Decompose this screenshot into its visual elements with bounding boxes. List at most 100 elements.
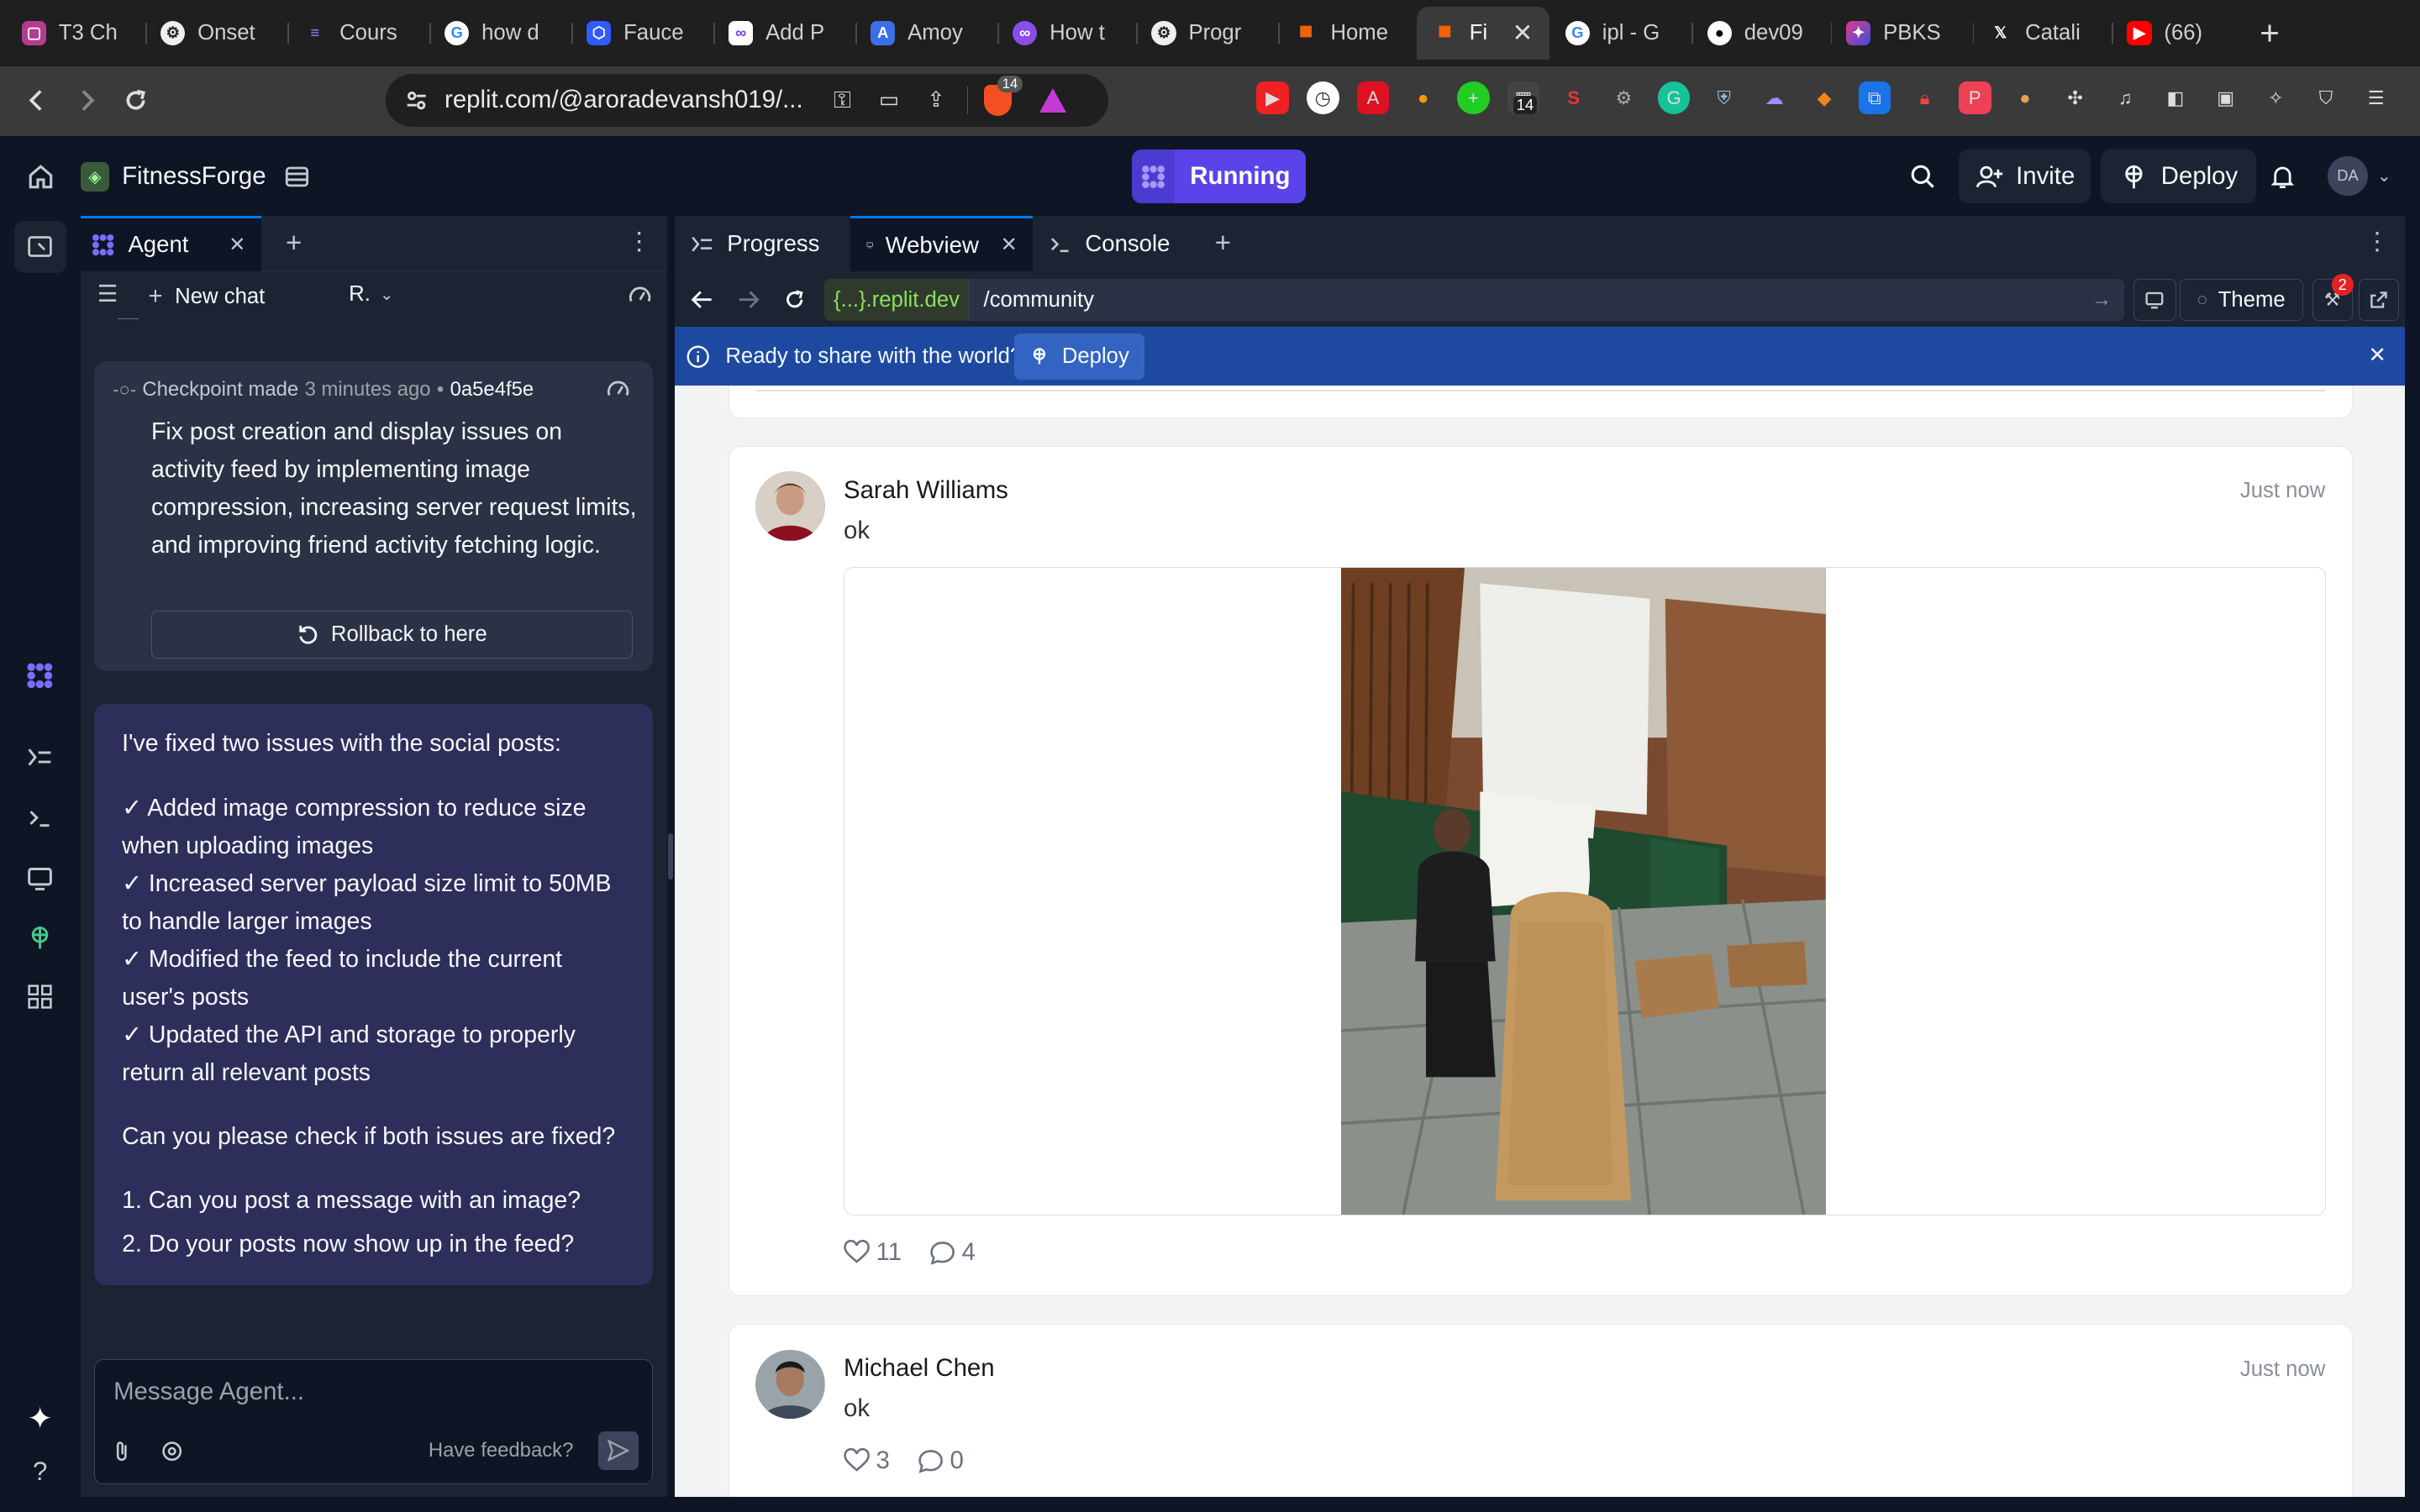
browser-tab[interactable]: A Amoy: [855, 7, 997, 59]
seo-ext-icon[interactable]: S: [1557, 81, 1590, 114]
clock-ext-icon[interactable]: ◷: [1307, 81, 1339, 114]
open-new-tab-button[interactable]: [2358, 279, 2399, 322]
deployments-rail-icon[interactable]: [22, 920, 59, 957]
new-tab-button[interactable]: +: [2260, 13, 2280, 53]
arrow-right-icon[interactable]: [736, 287, 760, 312]
post-image-frame[interactable]: [843, 567, 2326, 1215]
paperclip-icon[interactable]: [110, 1439, 134, 1463]
model-select[interactable]: R. ⌄: [349, 282, 394, 307]
close-icon[interactable]: ✕: [2368, 343, 2386, 368]
browser-tab[interactable]: ▢ T3 Ch: [6, 7, 145, 59]
browser-tab[interactable]: ∞ Add P: [713, 7, 855, 59]
browser-tab[interactable]: ⯀ Home: [1278, 7, 1417, 59]
home-icon[interactable]: [26, 162, 55, 192]
pdf-ext-icon[interactable]: A: [1356, 81, 1390, 114]
arrow-left-icon[interactable]: [690, 287, 714, 312]
reload-button[interactable]: [111, 76, 160, 125]
browser-tab-active[interactable]: ⯀ Fi ✕: [1417, 7, 1550, 60]
menu-icon[interactable]: ☰: [2360, 81, 2392, 114]
browser-tab[interactable]: ∞ How t: [997, 7, 1136, 59]
more-options-icon[interactable]: ⋮: [2365, 227, 2389, 256]
comment-button[interactable]: 0: [918, 1446, 964, 1475]
browser-tab[interactable]: Gipl - G: [1549, 7, 1691, 59]
apps-grid-icon[interactable]: [22, 979, 59, 1016]
webview-rail-icon[interactable]: [22, 859, 59, 896]
avatar[interactable]: [755, 1349, 825, 1420]
browser-tab[interactable]: 𝕏 Catali: [1972, 7, 2112, 59]
post-author[interactable]: Sarah Williams: [844, 476, 1008, 505]
speedometer-icon[interactable]: [627, 282, 653, 308]
gear-ext-icon[interactable]: ⚙: [1607, 81, 1640, 114]
brave-shields-icon[interactable]: 14: [983, 76, 1023, 116]
run-button[interactable]: Running: [1131, 150, 1306, 204]
address-bar[interactable]: replit.com/@aroradevansh019/... ⚿ ▭ ⇪ 14: [386, 74, 1108, 127]
browser-tab[interactable]: Ghow d: [429, 7, 571, 59]
add-tab-button[interactable]: +: [1215, 228, 1231, 260]
deploy-button[interactable]: Deploy: [2101, 150, 2257, 204]
tab-agent[interactable]: Agent ✕: [80, 215, 261, 271]
close-icon[interactable]: ✕: [1512, 18, 1534, 48]
close-icon[interactable]: ✕: [229, 233, 245, 257]
progress-rail-icon[interactable]: [22, 739, 59, 776]
new-chat-button[interactable]: + New chat: [148, 282, 265, 311]
user-avatar[interactable]: DA ⌄: [2328, 155, 2391, 197]
puzzle-icon[interactable]: ✣: [2059, 81, 2091, 114]
browser-tab[interactable]: ⬡ Fauce: [571, 7, 713, 59]
wallet-icon[interactable]: ▣: [2209, 81, 2242, 114]
shield-ext-icon[interactable]: ⛨: [1708, 81, 1741, 114]
cloud-ext-icon[interactable]: ☁: [1758, 81, 1791, 114]
message-input[interactable]: Message Agent...: [113, 1378, 304, 1406]
settings-icon[interactable]: [160, 1439, 184, 1463]
avatar[interactable]: [755, 471, 825, 541]
sparkle-icon[interactable]: ✧: [2260, 81, 2292, 114]
project-name[interactable]: FitnessForge: [122, 162, 266, 191]
browser-tab[interactable]: ▶ (66): [2111, 7, 2244, 59]
invite-button[interactable]: Invite: [1959, 150, 2091, 204]
lock-ext-icon[interactable]: 🔒︎: [1908, 81, 1941, 114]
rollback-button[interactable]: Rollback to here: [151, 611, 634, 659]
help-icon[interactable]: ?: [22, 1453, 59, 1490]
reload-icon[interactable]: [782, 287, 807, 312]
browser-tab[interactable]: ≡ Cours: [287, 7, 429, 59]
share-icon[interactable]: ⇪: [927, 87, 945, 113]
plus-ext-icon[interactable]: +: [1457, 81, 1490, 114]
webview-url-bar[interactable]: {...}.replit.dev /community →: [823, 279, 2124, 322]
brave-rewards-icon[interactable]: [1039, 88, 1066, 113]
like-button[interactable]: 11: [844, 1238, 902, 1267]
browser-tab[interactable]: ● dev09: [1691, 7, 1830, 59]
forward-button[interactable]: [61, 76, 111, 125]
more-options-icon[interactable]: ⋮: [627, 227, 651, 256]
honey-ext-icon[interactable]: ●: [1407, 81, 1439, 114]
close-icon[interactable]: ✕: [1001, 233, 1018, 257]
youtube-ext-icon[interactable]: ▶: [1256, 81, 1289, 114]
bell-icon[interactable]: [2268, 162, 2297, 192]
back-button[interactable]: [13, 76, 62, 125]
go-arrow-icon[interactable]: →: [2091, 288, 2112, 312]
music-icon[interactable]: ♫: [2109, 81, 2142, 114]
browser-tab[interactable]: ⚙ Progr: [1136, 7, 1278, 59]
grammarly-ext-icon[interactable]: G: [1657, 81, 1691, 114]
add-tab-button[interactable]: +: [286, 228, 302, 260]
sidebar-icon[interactable]: ◧: [2160, 81, 2192, 114]
search-icon[interactable]: [1908, 162, 1938, 192]
banner-deploy-button[interactable]: Deploy: [1013, 333, 1145, 380]
feedback-link[interactable]: Have feedback?: [429, 1439, 574, 1462]
pocket-ext-icon[interactable]: P: [1958, 81, 1991, 114]
devtools-button[interactable]: ⚒ 2: [2312, 274, 2354, 322]
cookie-ext-icon[interactable]: ●: [2009, 81, 2042, 114]
ext-blue-icon[interactable]: ⧉: [1858, 81, 1891, 114]
history-list-icon[interactable]: ☰: [97, 281, 118, 307]
site-settings-icon[interactable]: [404, 88, 429, 113]
files-toggle-button[interactable]: [13, 220, 66, 274]
like-button[interactable]: 3: [844, 1446, 890, 1475]
agent-rail-icon[interactable]: [22, 658, 59, 695]
browser-tab[interactable]: ✦ PBKS: [1830, 7, 1973, 59]
sparkle-icon[interactable]: ✦: [22, 1399, 59, 1436]
browser-tab[interactable]: ⚙ Onset: [145, 7, 287, 59]
tab-console[interactable]: Console: [1033, 216, 1202, 271]
calendar-ext-icon[interactable]: ▦14: [1507, 81, 1540, 114]
tab-progress[interactable]: Progress: [675, 216, 850, 271]
post-author[interactable]: Michael Chen: [844, 1354, 995, 1383]
comment-button[interactable]: 4: [929, 1238, 976, 1267]
key-icon[interactable]: ⚿: [834, 87, 851, 114]
